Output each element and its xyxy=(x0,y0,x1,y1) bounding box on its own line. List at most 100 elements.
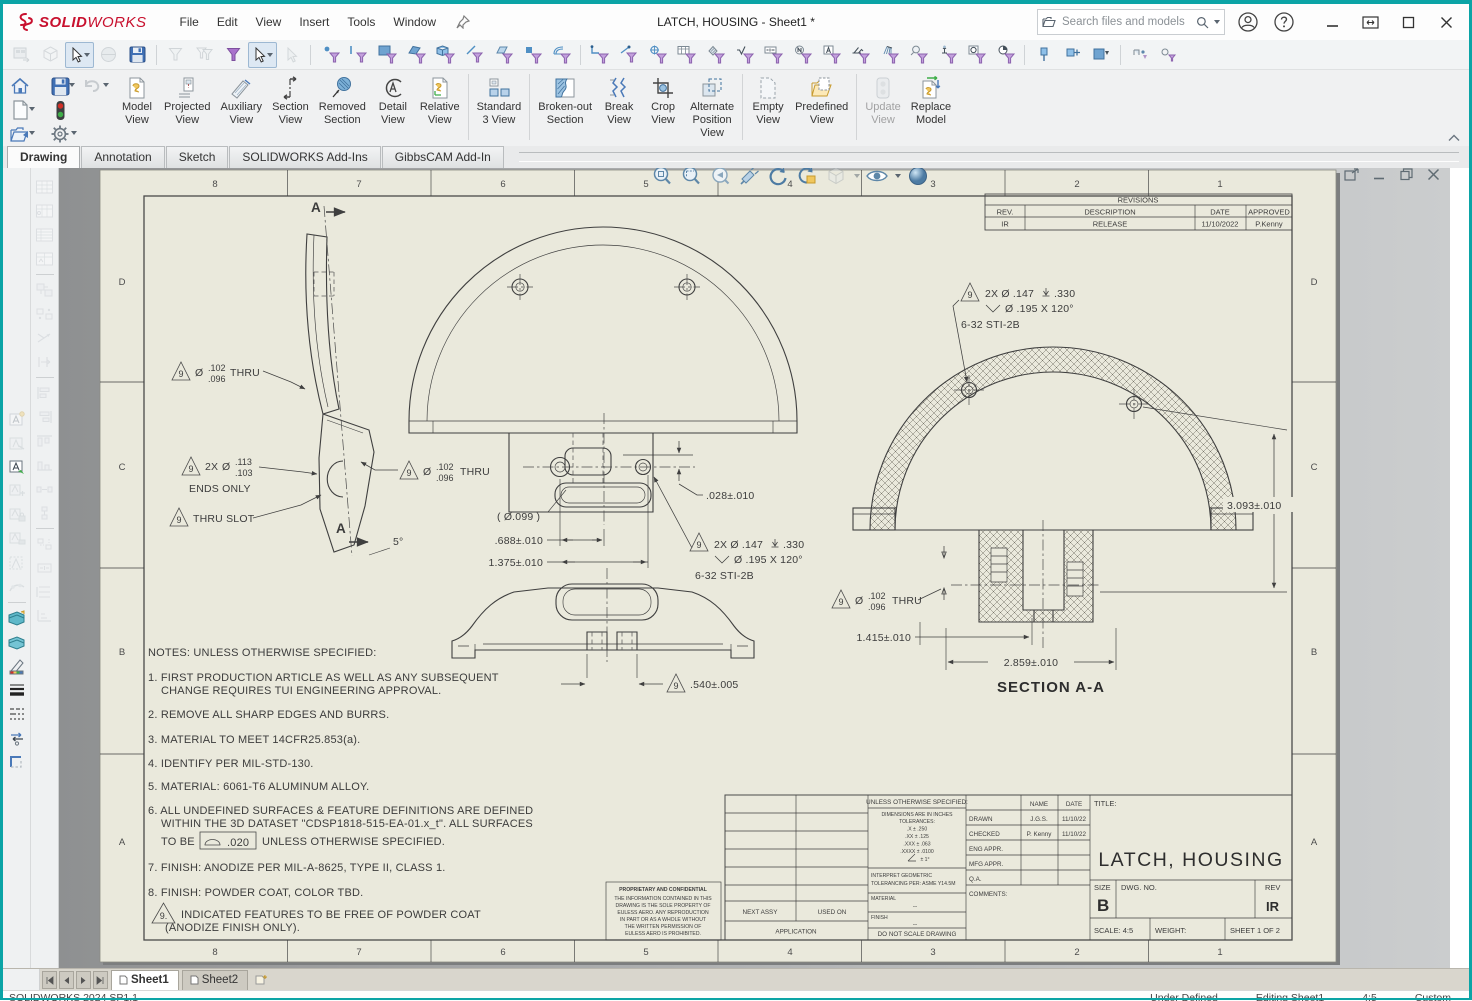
menu-view[interactable]: View xyxy=(249,11,289,33)
doc-close-icon[interactable] xyxy=(1427,168,1440,181)
ribbon-collapse-icon[interactable] xyxy=(1447,134,1461,142)
update-view-button[interactable]: UpdateView xyxy=(860,72,905,127)
filter-toggle-icon[interactable] xyxy=(161,42,190,68)
select-filter-cursor-button[interactable] xyxy=(248,42,277,68)
filter-hole-callouts-icon[interactable] xyxy=(1154,42,1183,68)
align-left-icon[interactable] xyxy=(33,382,57,404)
removed-section-button[interactable]: RemovedSection xyxy=(314,72,371,127)
search-options-caret-icon[interactable] xyxy=(1214,20,1220,24)
3d-drawing-view-icon[interactable] xyxy=(795,168,819,188)
sheetbar-scroll-track[interactable] xyxy=(271,969,1469,991)
filter-dimensions-icon[interactable] xyxy=(759,42,788,68)
section-view-tool-icon[interactable] xyxy=(737,168,761,188)
section-view-button[interactable]: SectionView xyxy=(267,72,314,127)
line-style-icon[interactable] xyxy=(5,703,29,725)
empty-view-button[interactable]: EmptyView xyxy=(746,72,790,127)
previous-sheet-button[interactable] xyxy=(59,971,74,989)
menu-tools[interactable]: Tools xyxy=(340,11,382,33)
space-evenly-icon[interactable] xyxy=(33,478,57,500)
hole-callout-front-depth[interactable]: .330 xyxy=(783,539,804,551)
filter-balloons-icon[interactable] xyxy=(904,42,933,68)
hole-callout-front-l3[interactable]: 6-32 STI-2B xyxy=(695,570,754,582)
span-displays-button[interactable] xyxy=(1353,9,1387,35)
select-tool-button[interactable] xyxy=(65,42,94,68)
format-painter-note-icon[interactable] xyxy=(5,456,29,478)
tab-solidworks-addins[interactable]: SOLIDWORKS Add-Ins xyxy=(229,146,380,168)
display-style-icon[interactable] xyxy=(824,168,848,188)
filter-edges-icon[interactable] xyxy=(344,42,373,68)
options-gear-button[interactable] xyxy=(47,122,73,146)
filter-section-lines-icon[interactable] xyxy=(991,42,1020,68)
detail-view-button[interactable]: DetailView xyxy=(371,72,415,127)
publish-caret-icon[interactable] xyxy=(29,131,35,135)
filter-sketch-corners-icon[interactable] xyxy=(585,42,614,68)
auxiliary-view-button[interactable]: AuxiliaryView xyxy=(215,72,267,127)
break-view-button[interactable]: BreakView xyxy=(597,72,641,127)
hole-callout-front[interactable]: 2X Ø .147 xyxy=(714,539,763,551)
search-icon[interactable] xyxy=(1196,16,1209,29)
align-top-icon[interactable] xyxy=(33,430,57,452)
view-settings-icon[interactable] xyxy=(906,168,930,188)
bill-of-materials-icon[interactable] xyxy=(33,224,57,246)
standard-3-view-button[interactable]: Standard3 View xyxy=(472,72,527,127)
crop-view-button[interactable]: CropView xyxy=(641,72,685,127)
sheet-tab-sheet2[interactable]: Sheet2 xyxy=(182,970,248,991)
filter-faces-icon[interactable] xyxy=(373,42,402,68)
hide-show-items-icon[interactable] xyxy=(865,168,889,188)
note-pattern-icon[interactable] xyxy=(5,480,29,502)
previous-view-icon[interactable] xyxy=(708,168,732,188)
dim-3093[interactable]: 3.093±.010 xyxy=(1227,500,1281,512)
select-filter-caret-icon[interactable] xyxy=(267,53,273,57)
tab-sketch[interactable]: Sketch xyxy=(166,146,229,168)
filter-connection-points-icon[interactable] xyxy=(1029,42,1058,68)
note-lock-icon[interactable] xyxy=(5,504,29,526)
apply-scene-icon[interactable] xyxy=(94,42,123,68)
toolbar-options-icon[interactable] xyxy=(7,42,36,68)
undo-caret-icon[interactable] xyxy=(103,83,109,87)
filter-sketch-segments-icon[interactable] xyxy=(614,42,643,68)
hide-show-edges-icon[interactable] xyxy=(5,751,29,773)
predefined-view-button[interactable]: PredefinedView xyxy=(790,72,853,127)
dim-2859[interactable]: 2.859±.010 xyxy=(1004,657,1058,669)
rotate-view-icon[interactable] xyxy=(766,168,790,188)
save-caret-icon[interactable] xyxy=(69,83,75,87)
filter-surface-bodies-icon[interactable] xyxy=(402,42,431,68)
design-journal-icon[interactable] xyxy=(5,631,29,653)
new-caret-icon[interactable] xyxy=(29,107,35,111)
clear-all-filters-icon[interactable] xyxy=(190,42,219,68)
hole-callout-section-l2[interactable]: Ø .195 X 120° xyxy=(1005,303,1074,315)
folder-icon[interactable] xyxy=(1042,16,1056,28)
rebuild-button[interactable] xyxy=(47,98,73,122)
filter-planes-icon[interactable] xyxy=(489,42,518,68)
magnet-align-icon[interactable] xyxy=(33,303,57,325)
menu-insert[interactable]: Insert xyxy=(292,11,336,33)
align-right-icon[interactable] xyxy=(33,406,57,428)
filter-revision-symbols-icon[interactable] xyxy=(962,42,991,68)
tab-annotation[interactable]: Annotation xyxy=(81,146,164,168)
minimize-button[interactable] xyxy=(1315,9,1349,35)
dim-540[interactable]: .540±.005 xyxy=(690,679,738,691)
ordinate-dim-icon[interactable] xyxy=(33,605,57,627)
filter-center-marks-icon[interactable] xyxy=(643,42,672,68)
dim-028[interactable]: .028±.010 xyxy=(706,490,754,502)
doc-popout-icon[interactable] xyxy=(1344,168,1359,181)
filter-blocks-icon[interactable] xyxy=(1087,42,1116,68)
zoom-to-area-icon[interactable] xyxy=(679,168,703,188)
menu-file[interactable]: File xyxy=(173,11,206,33)
next-sheet-button[interactable] xyxy=(76,971,91,989)
swap-line-format-icon[interactable] xyxy=(5,727,29,749)
filter-dowel-symbols-icon[interactable] xyxy=(1125,42,1154,68)
filter-routing-points-icon[interactable] xyxy=(1058,42,1087,68)
filter-solid-bodies-icon[interactable] xyxy=(431,42,460,68)
section-label[interactable]: SECTION A-A xyxy=(997,679,1105,696)
first-sheet-button[interactable] xyxy=(42,971,57,989)
sheet-tab-sheet1[interactable]: Sheet1 xyxy=(111,970,179,991)
model-view-button[interactable]: ModelView xyxy=(115,72,159,127)
zoom-to-fit-icon[interactable] xyxy=(650,168,674,188)
filter-axes-icon[interactable] xyxy=(460,42,489,68)
filter-coordinate-systems-icon[interactable] xyxy=(547,42,576,68)
pin-menu-icon[interactable] xyxy=(449,11,477,33)
dim-angle[interactable]: 5° xyxy=(393,536,403,548)
projected-view-button[interactable]: ProjectedView xyxy=(159,72,215,127)
space-horizontal-icon[interactable] xyxy=(33,502,57,524)
